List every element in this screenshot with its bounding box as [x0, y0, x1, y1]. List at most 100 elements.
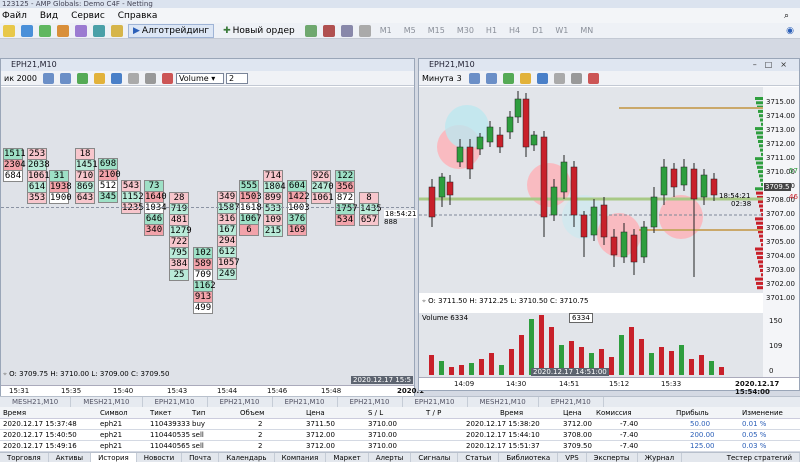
tab-articles[interactable]: Статьи	[458, 453, 500, 462]
right-pencil-icon[interactable]	[519, 72, 531, 84]
tf-m30[interactable]: M30	[457, 26, 474, 35]
candle-body	[660, 166, 668, 196]
right-crosshair-icon[interactable]	[570, 72, 582, 84]
search-icon[interactable]: ⌕	[782, 11, 800, 21]
left-cursor-icon[interactable]	[127, 72, 139, 84]
tf-d1[interactable]: D1	[532, 26, 543, 35]
tf-w1[interactable]: W1	[555, 26, 568, 35]
col-profit[interactable]: Прибыль	[676, 407, 709, 419]
terminal-icon[interactable]	[75, 24, 87, 37]
algo-trading-button[interactable]: ▶ Алготрейдинг	[128, 23, 215, 38]
col-price[interactable]: Цена	[306, 407, 325, 419]
symbol-tab[interactable]: EPH21,M10	[539, 397, 604, 407]
trade-cell: 50.00	[690, 420, 711, 428]
menu-service[interactable]: Сервис	[69, 11, 116, 21]
tab-calendar[interactable]: Календарь	[219, 453, 275, 462]
tf-h4[interactable]: H4	[509, 26, 520, 35]
depth-icon[interactable]	[322, 24, 335, 37]
col-sl[interactable]: S / L	[368, 407, 383, 419]
tab-signals[interactable]: Сигналы	[411, 453, 459, 462]
account-icon[interactable]: ◉	[786, 26, 794, 36]
trade-row[interactable]: 2020.12.17 15:37:48 eph21 110439333 buy 2 371…	[0, 419, 800, 429]
volume-profile-bar	[759, 174, 763, 178]
col-type[interactable]: Тип	[192, 407, 205, 419]
volume-bar	[429, 355, 434, 375]
editor-icon[interactable]	[111, 24, 123, 37]
buy-sell-icon[interactable]	[304, 24, 317, 37]
volume-profile-bar	[760, 118, 763, 122]
right-zoom-out-icon[interactable]	[485, 72, 497, 84]
right-cursor-icon[interactable]	[553, 72, 565, 84]
tf-mn[interactable]: MN	[580, 26, 593, 35]
chart-type-icon[interactable]	[340, 24, 353, 37]
tab-journal[interactable]: Журнал	[638, 453, 683, 462]
symbol-tab[interactable]: MESH21,M10	[468, 397, 539, 407]
col-symbol[interactable]: Символ	[100, 407, 128, 419]
left-crosshair-icon[interactable]	[144, 72, 156, 84]
left-line-icon[interactable]	[161, 72, 173, 84]
tab-experts[interactable]: Эксперты	[587, 453, 638, 462]
col-tp[interactable]: T / P	[426, 407, 441, 419]
col-time[interactable]: Время	[3, 407, 26, 419]
tab-tester[interactable]: Тестер стратегий	[720, 453, 800, 462]
col-change[interactable]: Изменение	[742, 407, 783, 419]
tab-assets[interactable]: Активы	[49, 453, 92, 462]
trade-row[interactable]: 2020.12.17 15:49:16 eph21 110440565 sell 2 37…	[0, 441, 800, 451]
left-mode-select[interactable]: Volume ▾	[175, 72, 224, 84]
col-ticket[interactable]: Тикет	[150, 407, 171, 419]
symbol-tab[interactable]: EPH21,M10	[143, 397, 208, 407]
symbol-tab[interactable]: MESH21,M10	[71, 397, 143, 407]
col-close-price[interactable]: Цена	[563, 407, 582, 419]
tab-market[interactable]: Маркет	[326, 453, 369, 462]
tab-company[interactable]: Компания	[275, 453, 327, 462]
left-pencil-icon[interactable]	[93, 72, 105, 84]
symbol-tab[interactable]: MESH21,M10	[0, 397, 72, 407]
left-mode-value-select[interactable]: 2	[225, 72, 248, 84]
menu-help[interactable]: Справка	[116, 11, 169, 21]
tab-vps[interactable]: VPS	[558, 453, 587, 462]
left-zoom-out-icon[interactable]	[59, 72, 71, 84]
menu-file[interactable]: Файл	[0, 11, 38, 21]
tf-m5[interactable]: M5	[404, 26, 416, 35]
col-close-time[interactable]: Время	[500, 407, 523, 419]
tab-news[interactable]: Новости	[137, 453, 183, 462]
navigator-icon[interactable]	[57, 24, 69, 37]
right-chart-canvas[interactable]: 3715.003714.003713.003712.003711.003710.…	[419, 87, 799, 390]
tf-m1[interactable]: M1	[380, 26, 392, 35]
symbol-tab[interactable]: EPH21,M10	[208, 397, 273, 407]
left-bars-icon[interactable]	[76, 72, 88, 84]
tab-mail[interactable]: Почта	[182, 453, 220, 462]
right-clock-icon[interactable]	[536, 72, 548, 84]
left-chart-toolbar: ик 2000 Volume ▾ 2	[1, 71, 414, 86]
right-zoom-in-icon[interactable]	[468, 72, 480, 84]
profiles-icon[interactable]	[21, 24, 33, 37]
left-zoom-in-icon[interactable]	[42, 72, 54, 84]
new-chart-icon[interactable]	[3, 24, 15, 37]
right-bars-icon[interactable]	[502, 72, 514, 84]
tester-icon[interactable]	[93, 24, 105, 37]
symbol-tab[interactable]: EPH21,M10	[403, 397, 468, 407]
tab-library[interactable]: Библиотека	[499, 453, 559, 462]
zoom-icon[interactable]	[358, 24, 371, 37]
new-order-button[interactable]: ✚ Новый ордер	[218, 24, 300, 38]
right-line-icon[interactable]	[587, 72, 599, 84]
cluster-cell: 340	[144, 224, 164, 236]
tf-m15[interactable]: M15	[428, 26, 445, 35]
tab-trade[interactable]: Торговля	[0, 453, 49, 462]
window-controls[interactable]: –□×	[753, 59, 795, 71]
symbol-tab[interactable]: EPH21,M10	[273, 397, 338, 407]
right-window-title: EPH21,M10	[429, 60, 475, 69]
left-clock-icon[interactable]	[110, 72, 122, 84]
left-chart-area[interactable]: 1511 2304 684 253 2038 1061 614 353 31 1938 1900 18…	[1, 87, 418, 385]
trade-row[interactable]: 2020.12.17 15:40:50 eph21 110440535 sell 2 37…	[0, 430, 800, 440]
volume-bar	[439, 361, 444, 375]
volume-profile-bar	[758, 109, 763, 113]
tf-h1[interactable]: H1	[486, 26, 497, 35]
menu-view[interactable]: Вид	[38, 11, 69, 21]
symbol-tab[interactable]: EPH21,M10	[338, 397, 403, 407]
tab-alerts[interactable]: Алерты	[369, 453, 412, 462]
tab-history[interactable]: История	[91, 453, 137, 462]
col-commission[interactable]: Комиссия	[596, 407, 632, 419]
col-volume[interactable]: Объем	[240, 407, 264, 419]
market-watch-icon[interactable]	[39, 24, 51, 37]
